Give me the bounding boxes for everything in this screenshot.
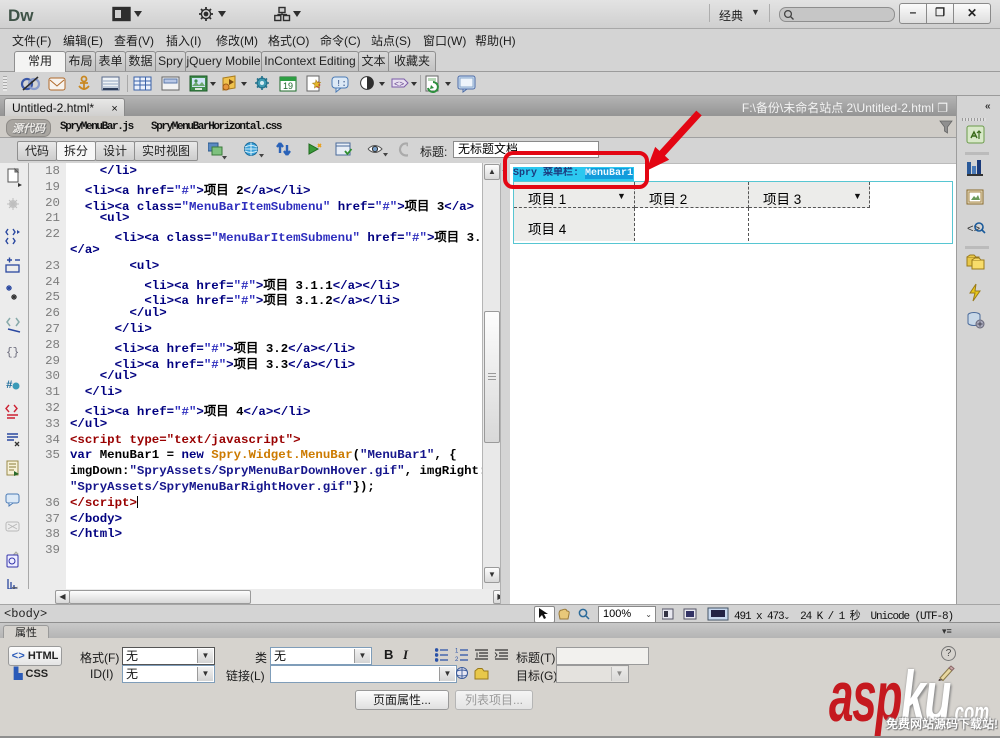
svg-text:19: 19: [283, 81, 293, 91]
svg-text:<>: <>: [967, 224, 980, 236]
svg-text:!:: !:: [336, 79, 347, 89]
svg-text:{}: {}: [6, 347, 19, 359]
svg-text:1: 1: [455, 649, 459, 655]
svg-text:2: 2: [455, 657, 459, 662]
svg-text:#: #: [6, 380, 13, 392]
svg-text:<>: <>: [394, 80, 404, 90]
